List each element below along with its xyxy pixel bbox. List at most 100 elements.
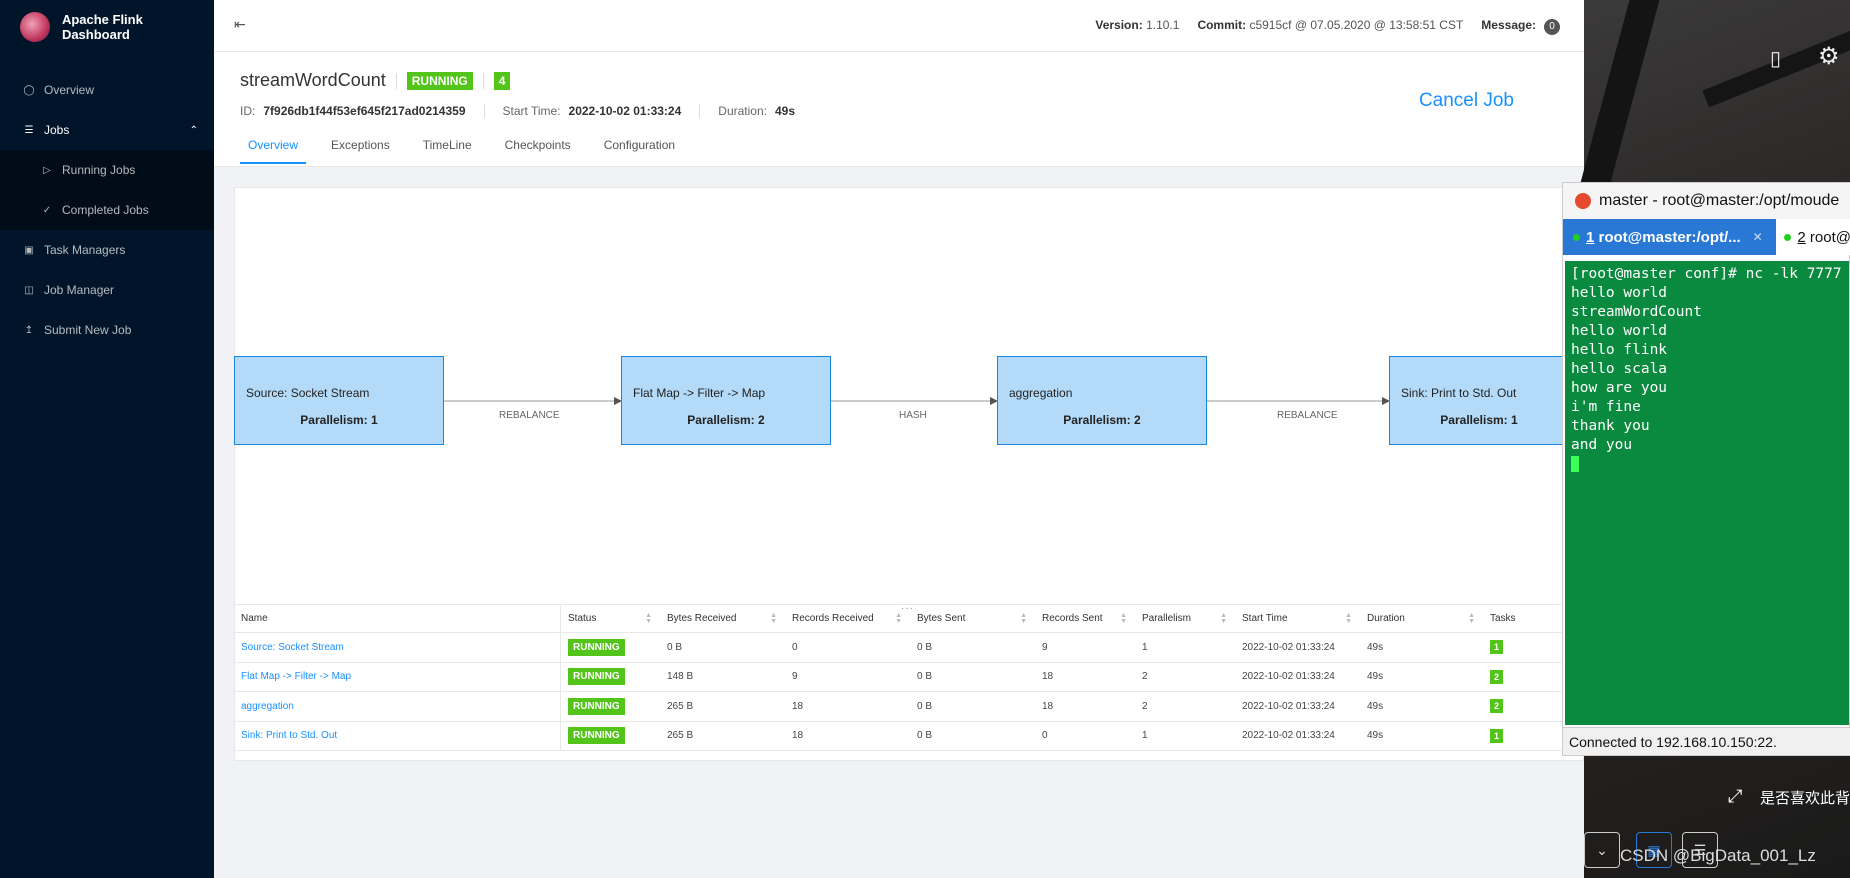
app-title: Apache Flink Dashboard (61, 12, 143, 42)
header-label: Records Received (792, 613, 874, 624)
node-name: Sink: Print to Std. Out (1401, 386, 1517, 400)
tab-checkpoints[interactable]: Checkpoints (497, 138, 579, 164)
terminal-tab-1[interactable]: 1 root@master:/opt/... ✕ (1563, 219, 1777, 255)
table-header: Name Status ▲ ▼ Bytes Received ▲ ▼ Records R… (234, 605, 1584, 633)
terminal-title: master - root@master:/opt/moude (1599, 192, 1840, 209)
vertex-name-link[interactable]: aggregation (241, 701, 294, 712)
tab-overview[interactable]: Overview (240, 138, 307, 164)
sidebar-item-overview[interactable]: ◯ Overview (0, 70, 214, 110)
tab-configuration[interactable]: Configuration (596, 138, 683, 164)
gear-icon[interactable]: ⚙ (1818, 42, 1840, 71)
node-name: aggregation (1009, 386, 1073, 400)
job-meta: ID: 7f926db1f44f53ef645f217ad0214359 Star… (240, 104, 795, 118)
parallelism: 1 (1142, 641, 1148, 653)
status-badge: RUNNING (568, 668, 625, 686)
message-info[interactable]: Message: 0 (1481, 18, 1560, 35)
graph-node[interactable]: Flat Map -> Filter -> Map Parallelism: 2 (621, 356, 831, 445)
start-time: 2022-10-02 01:33:24 (1242, 700, 1335, 712)
sidebar-item-job-manager[interactable]: ◫ Job Manager (0, 270, 214, 310)
expand-icon[interactable]: ⤢ (1728, 786, 1742, 807)
menu-fold-icon[interactable]: ⇤ (234, 17, 250, 31)
jobs-submenu: ▷ Running Jobs ✓ Completed Jobs (0, 150, 214, 230)
header-info: Version: 1.10.1 Commit: c5915cf @ 07.05.… (1095, 18, 1560, 35)
records-sent: 18 (1042, 700, 1054, 712)
duration: 49s (1367, 700, 1384, 712)
nav-menu: ◯ Overview ☰ Jobs ⌃ ▷ Running Jobs ✓ Com… (0, 70, 214, 350)
column-header[interactable]: Records Sent ▲ ▼ (1035, 605, 1135, 632)
terminal-line: [root@master conf]# nc -lk 7777 (1571, 266, 1842, 282)
parallelism: 1 (1142, 730, 1148, 742)
column-header[interactable]: Records Received ▲ ▼ (785, 605, 910, 632)
edge-label: REBALANCE (499, 410, 560, 421)
watermark: CSDN @BigData_001_Lz (1620, 846, 1816, 865)
close-icon[interactable]: ✕ (1753, 230, 1763, 244)
sidebar-item-submit-new-job[interactable]: ↥ Submit New Job (0, 310, 214, 350)
graph-node[interactable]: aggregation Parallelism: 2 (997, 356, 1207, 445)
sidebar-item-completed-jobs[interactable]: ✓ Completed Jobs (0, 190, 214, 230)
terminal-tab-2[interactable]: 2 root@ (1776, 219, 1850, 255)
table-row[interactable]: Source: Socket Stream RUNNING 0 B 0 0 B … (234, 633, 1584, 663)
records-sent: 18 (1042, 671, 1054, 683)
terminal-window[interactable]: master - root@master:/opt/moude 1 root@m… (1562, 182, 1850, 756)
tab-label: root@master:/opt/... (1598, 228, 1741, 246)
sort-icon[interactable]: ▲ ▼ (770, 612, 777, 625)
job-id-value: 7f926db1f44f53ef645f217ad0214359 (263, 104, 466, 118)
job-tabs: Overview Exceptions TimeLine Checkpoints… (240, 138, 700, 164)
bytes-received: 148 B (667, 671, 694, 683)
message-label: Message: (1481, 18, 1536, 32)
column-header[interactable]: Tasks (1483, 605, 1563, 632)
terminal-titlebar[interactable]: master - root@master:/opt/moude (1563, 183, 1850, 219)
tab-exceptions[interactable]: Exceptions (323, 138, 398, 164)
sort-icon[interactable]: ▲ ▼ (645, 612, 652, 625)
vertex-name-link[interactable]: Flat Map -> Filter -> Map (241, 671, 351, 682)
header-label: Bytes Sent (917, 613, 966, 624)
phone-icon[interactable]: ▯ (1770, 46, 1781, 71)
sidebar-item-label: Task Managers (44, 243, 126, 257)
column-header[interactable]: Bytes Received ▲ ▼ (660, 605, 785, 632)
sidebar-item-jobs[interactable]: ☰ Jobs ⌃ (0, 110, 214, 150)
graph-node[interactable]: Sink: Print to Std. Out Parallelism: 1 (1389, 356, 1569, 445)
tasks-badge: 2 (1490, 699, 1504, 714)
terminal-output[interactable]: [root@master conf]# nc -lk 7777 hello wor… (1565, 261, 1849, 725)
header-label: Records Sent (1042, 613, 1103, 624)
top-header: ⇤ Version: 1.10.1 Commit: c5915cf @ 07.0… (214, 0, 1584, 52)
cancel-job-button[interactable]: Cancel Job (1419, 90, 1514, 112)
column-header[interactable]: Name (234, 605, 561, 632)
divider (699, 104, 701, 118)
tab-timeline[interactable]: TimeLine (415, 138, 480, 164)
duration: 49s (1367, 671, 1384, 683)
sort-icon[interactable]: ▲ ▼ (1468, 612, 1475, 625)
vertex-name-link[interactable]: Sink: Print to Std. Out (241, 730, 337, 741)
duration-label: Duration: (718, 104, 767, 118)
table-row[interactable]: aggregation RUNNING 265 B 18 0 B 18 2 20… (234, 692, 1584, 722)
vertex-name-link[interactable]: Source: Socket Stream (241, 642, 344, 653)
graph-node[interactable]: Source: Socket Stream Parallelism: 1 (234, 356, 444, 445)
start-time-label: Start Time: (502, 104, 561, 118)
column-header[interactable]: Status ▲ ▼ (561, 605, 660, 632)
node-name: Source: Socket Stream (246, 386, 370, 400)
sort-icon[interactable]: ▲ ▼ (895, 612, 902, 625)
sort-icon[interactable]: ▲ ▼ (1020, 612, 1027, 625)
cluster-icon: ◫ (24, 284, 34, 296)
sidebar-item-task-managers[interactable]: ▣ Task Managers (0, 230, 214, 270)
bytes-sent: 0 B (917, 641, 933, 653)
terminal-line: streamWordCount (1571, 304, 1702, 320)
column-header[interactable]: Parallelism ▲ ▼ (1135, 605, 1235, 632)
vertex-table: Name Status ▲ ▼ Bytes Received ▲ ▼ Records R… (234, 604, 1584, 751)
column-header[interactable]: Bytes Sent ▲ ▼ (910, 605, 1035, 632)
chevron-down-icon[interactable]: ⌄ (1584, 832, 1620, 868)
table-row[interactable]: Flat Map -> Filter -> Map RUNNING 148 B … (234, 662, 1584, 692)
sort-icon[interactable]: ▲ ▼ (1345, 612, 1352, 625)
sort-icon[interactable]: ▲ ▼ (1220, 612, 1227, 625)
connected-dot-icon (1573, 233, 1580, 241)
sidebar-item-label: Completed Jobs (62, 203, 149, 217)
job-id-label: ID: (240, 104, 256, 118)
terminal-line: hello world (1571, 285, 1668, 301)
sort-icon[interactable]: ▲ ▼ (1120, 612, 1127, 625)
column-header[interactable]: Duration ▲ ▼ (1360, 605, 1483, 632)
brand[interactable]: Apache Flink Dashboard (0, 0, 214, 54)
sidebar-item-running-jobs[interactable]: ▷ Running Jobs (0, 150, 214, 190)
commit-label: Commit: (1197, 18, 1247, 32)
table-row[interactable]: Sink: Print to Std. Out RUNNING 265 B 18… (234, 721, 1584, 751)
column-header[interactable]: Start Time ▲ ▼ (1235, 605, 1360, 632)
